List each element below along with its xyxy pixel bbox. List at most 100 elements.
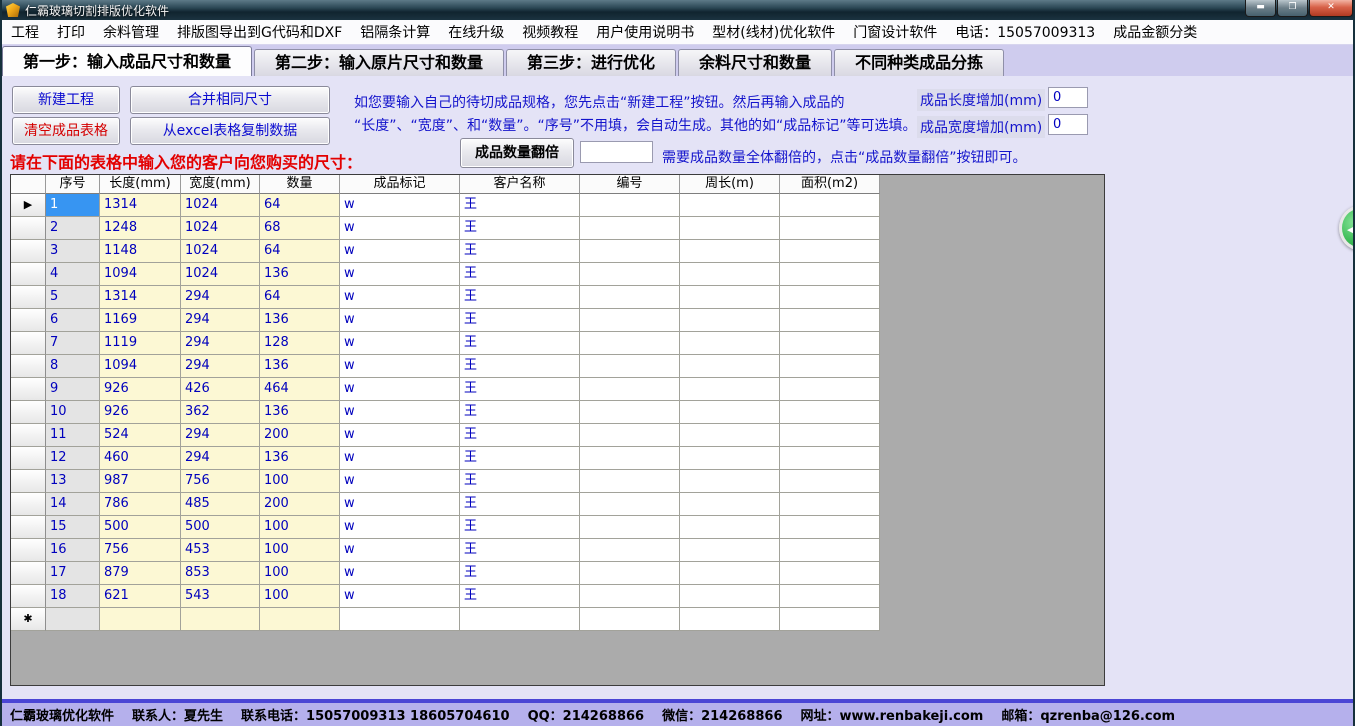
double-quantity-button[interactable]: 成品数量翻倍 xyxy=(460,138,574,168)
grid-cell-seq[interactable]: 7 xyxy=(46,332,100,355)
grid-cell-mark[interactable]: w xyxy=(340,401,460,424)
row-selector-cell[interactable] xyxy=(11,401,46,424)
grid-cell-width[interactable]: 426 xyxy=(181,378,260,401)
grid-header-cell[interactable]: 数量 xyxy=(260,175,340,194)
grid-cell-length[interactable]: 786 xyxy=(100,493,181,516)
grid-cell-customer[interactable]: 王 xyxy=(460,194,580,217)
grid-cell-code[interactable] xyxy=(580,493,680,516)
grid-cell-mark[interactable]: w xyxy=(340,378,460,401)
menu-item[interactable]: 门窗设计软件 xyxy=(844,22,946,42)
grid-header-cell[interactable]: 宽度(mm) xyxy=(181,175,260,194)
grid-cell-area[interactable] xyxy=(780,378,880,401)
grid-cell-perimeter[interactable] xyxy=(680,194,780,217)
grid-cell-customer[interactable]: 王 xyxy=(460,447,580,470)
grid-cell-qty[interactable]: 200 xyxy=(260,493,340,516)
row-selector-cell[interactable] xyxy=(11,263,46,286)
grid-cell-seq[interactable]: 10 xyxy=(46,401,100,424)
grid-cell-code[interactable] xyxy=(580,562,680,585)
grid-cell-qty[interactable]: 100 xyxy=(260,562,340,585)
grid-cell-qty[interactable]: 68 xyxy=(260,217,340,240)
grid-cell-length[interactable]: 460 xyxy=(100,447,181,470)
grid-cell-perimeter[interactable] xyxy=(680,378,780,401)
grid-cell-seq[interactable]: 6 xyxy=(46,309,100,332)
grid-cell-empty[interactable] xyxy=(46,608,100,631)
menu-item[interactable]: 成品金额分类 xyxy=(1104,22,1206,42)
row-selector-cell[interactable] xyxy=(11,562,46,585)
grid-cell-mark[interactable]: w xyxy=(340,447,460,470)
grid-cell-customer[interactable]: 王 xyxy=(460,240,580,263)
grid-cell-code[interactable] xyxy=(580,539,680,562)
tab[interactable]: 第三步：进行优化 xyxy=(506,49,677,76)
grid-cell-length[interactable]: 524 xyxy=(100,424,181,447)
grid-cell-seq[interactable]: 14 xyxy=(46,493,100,516)
grid-cell-length[interactable]: 1119 xyxy=(100,332,181,355)
grid-cell-length[interactable]: 756 xyxy=(100,539,181,562)
grid-cell-customer[interactable]: 王 xyxy=(460,378,580,401)
grid-cell-qty[interactable]: 136 xyxy=(260,309,340,332)
row-selector-cell[interactable] xyxy=(11,539,46,562)
grid-cell-width[interactable]: 294 xyxy=(181,309,260,332)
grid-cell-seq[interactable]: 4 xyxy=(46,263,100,286)
grid-cell-qty[interactable]: 100 xyxy=(260,585,340,608)
grid-cell-seq[interactable]: 9 xyxy=(46,378,100,401)
grid-cell-customer[interactable]: 王 xyxy=(460,332,580,355)
grid-cell-empty[interactable] xyxy=(680,608,780,631)
grid-cell-mark[interactable]: w xyxy=(340,240,460,263)
grid-cell-width[interactable]: 294 xyxy=(181,447,260,470)
grid-cell-width[interactable]: 853 xyxy=(181,562,260,585)
grid-cell-area[interactable] xyxy=(780,309,880,332)
grid-cell-empty[interactable] xyxy=(260,608,340,631)
row-selector-cell[interactable] xyxy=(11,493,46,516)
menu-item[interactable]: 铝隔条计算 xyxy=(351,22,439,42)
grid-cell-area[interactable] xyxy=(780,516,880,539)
grid-cell-area[interactable] xyxy=(780,332,880,355)
grid-cell-seq[interactable]: 1 xyxy=(46,194,100,217)
grid-cell-code[interactable] xyxy=(580,447,680,470)
grid-cell-seq[interactable]: 2 xyxy=(46,217,100,240)
menu-item[interactable]: 型材(线材)优化软件 xyxy=(703,22,844,42)
grid-cell-area[interactable] xyxy=(780,424,880,447)
grid-cell-code[interactable] xyxy=(580,470,680,493)
grid-cell-qty[interactable]: 136 xyxy=(260,401,340,424)
grid-cell-customer[interactable]: 王 xyxy=(460,539,580,562)
length-add-input[interactable] xyxy=(1048,87,1088,108)
grid-header-cell[interactable]: 客户名称 xyxy=(460,175,580,194)
grid-cell-length[interactable]: 1169 xyxy=(100,309,181,332)
menu-item[interactable]: 排版图导出到G代码和DXF xyxy=(168,22,351,42)
grid-cell-perimeter[interactable] xyxy=(680,470,780,493)
menu-item[interactable]: 视频教程 xyxy=(513,22,587,42)
grid-cell-width[interactable]: 756 xyxy=(181,470,260,493)
grid-cell-code[interactable] xyxy=(580,424,680,447)
grid-cell-code[interactable] xyxy=(580,194,680,217)
grid-cell-mark[interactable]: w xyxy=(340,424,460,447)
grid-header-cell[interactable]: 面积(m2) xyxy=(780,175,880,194)
grid-cell-width[interactable]: 294 xyxy=(181,355,260,378)
grid-corner-cell[interactable] xyxy=(11,175,46,194)
grid-cell-length[interactable]: 621 xyxy=(100,585,181,608)
grid-cell-length[interactable]: 1314 xyxy=(100,286,181,309)
grid-cell-customer[interactable]: 王 xyxy=(460,355,580,378)
grid-cell-empty[interactable] xyxy=(181,608,260,631)
grid-cell-code[interactable] xyxy=(580,286,680,309)
grid-cell-perimeter[interactable] xyxy=(680,447,780,470)
grid-cell-perimeter[interactable] xyxy=(680,585,780,608)
grid-cell-perimeter[interactable] xyxy=(680,539,780,562)
grid-cell-mark[interactable]: w xyxy=(340,194,460,217)
grid-cell-empty[interactable] xyxy=(580,608,680,631)
grid-cell-area[interactable] xyxy=(780,217,880,240)
grid-cell-width[interactable]: 453 xyxy=(181,539,260,562)
grid-cell-customer[interactable]: 王 xyxy=(460,562,580,585)
grid-cell-mark[interactable]: w xyxy=(340,539,460,562)
grid-cell-mark[interactable]: w xyxy=(340,562,460,585)
new-project-button[interactable]: 新建工程 xyxy=(12,86,120,114)
grid-cell-code[interactable] xyxy=(580,355,680,378)
minimize-button[interactable]: ▬ xyxy=(1245,0,1276,17)
grid-cell-mark[interactable]: w xyxy=(340,585,460,608)
grid-cell-length[interactable]: 1314 xyxy=(100,194,181,217)
row-selector-cell[interactable] xyxy=(11,332,46,355)
grid-cell-customer[interactable]: 王 xyxy=(460,470,580,493)
grid-cell-width[interactable]: 1024 xyxy=(181,217,260,240)
grid-cell-qty[interactable]: 64 xyxy=(260,286,340,309)
grid-cell-empty[interactable] xyxy=(100,608,181,631)
grid-cell-seq[interactable]: 17 xyxy=(46,562,100,585)
